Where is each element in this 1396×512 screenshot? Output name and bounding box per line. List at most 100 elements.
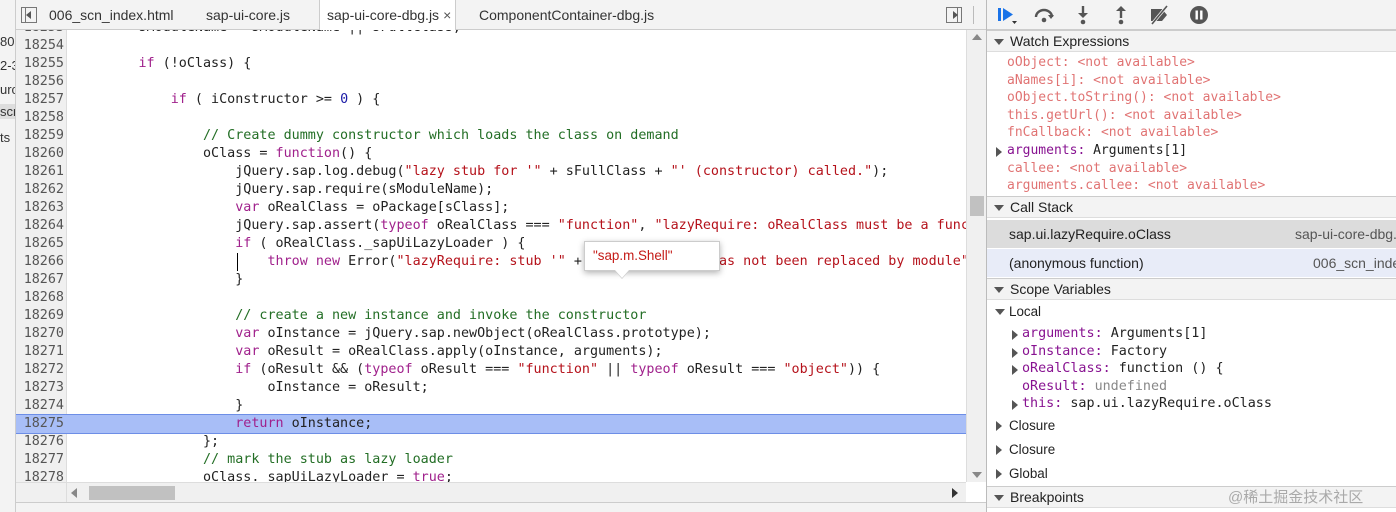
code-line[interactable]: 18253 sModuleName = sModuleName || sFull…: [16, 30, 966, 37]
line-number[interactable]: 18258: [16, 109, 64, 127]
line-number[interactable]: 18271: [16, 343, 64, 361]
scroll-down-icon[interactable]: [972, 472, 982, 478]
navigator-item[interactable]: urc: [0, 82, 15, 97]
code-line[interactable]: 18261 jQuery.sap.log.debug("lazy stub fo…: [16, 163, 966, 181]
code-line[interactable]: 18273 oInstance = oResult;: [16, 379, 966, 397]
expand-triangle-icon[interactable]: [996, 147, 1002, 157]
code-line[interactable]: 18256: [16, 73, 966, 91]
scope-global[interactable]: Global: [1009, 466, 1048, 481]
expand-triangle-icon[interactable]: [995, 309, 1005, 315]
code-line[interactable]: 18266 throw new Error("lazyRequire: stub…: [16, 253, 966, 271]
code-line[interactable]: 18276 };: [16, 433, 966, 451]
call-frame[interactable]: (anonymous function) 006_scn_index.html: [987, 249, 1396, 277]
line-number[interactable]: 18255: [16, 55, 64, 73]
expand-triangle-icon[interactable]: [1012, 330, 1018, 340]
line-number[interactable]: 18276: [16, 433, 64, 451]
line-number[interactable]: 18267: [16, 271, 64, 289]
watch-expression[interactable]: oObject.toString(): <not available>: [1007, 90, 1281, 105]
line-number[interactable]: 18278: [16, 469, 64, 482]
step-into-icon[interactable]: [1072, 4, 1094, 26]
watch-expression[interactable]: arguments: Arguments[1]: [1007, 143, 1187, 158]
line-number[interactable]: 18256: [16, 73, 64, 91]
code-line[interactable]: 18255 if (!oClass) {: [16, 55, 966, 73]
code-line[interactable]: 18265 if ( oRealClass._sapUiLazyLoader )…: [16, 235, 966, 253]
tab-close-icon[interactable]: ×: [443, 7, 451, 23]
watch-expression[interactable]: callee: <not available>: [1007, 161, 1187, 176]
editor-horizontal-scrollbar[interactable]: [67, 482, 966, 502]
watch-expressions-header[interactable]: Watch Expressions: [987, 30, 1396, 52]
line-number[interactable]: 18268: [16, 289, 64, 307]
line-number[interactable]: 18266: [16, 253, 64, 271]
code-line[interactable]: 18272 if (oResult && (typeof oResult ===…: [16, 361, 966, 379]
navigator-item[interactable]: scr: [0, 104, 15, 119]
scroll-thumb[interactable]: [970, 196, 984, 216]
code-line[interactable]: 18269 // create a new instance and invok…: [16, 307, 966, 325]
scope-local-label[interactable]: Local: [1009, 304, 1041, 319]
tab-sap-ui-core-dbg[interactable]: sap-ui-core-dbg.js ×: [319, 0, 457, 31]
execution-line[interactable]: 18275 return oInstance;: [16, 414, 966, 434]
line-number[interactable]: 18270: [16, 325, 64, 343]
line-number[interactable]: 18261: [16, 163, 64, 181]
line-number[interactable]: 18275: [16, 415, 64, 433]
toggle-navigator-icon[interactable]: [21, 7, 37, 23]
expand-triangle-icon[interactable]: [1012, 400, 1018, 410]
expand-triangle-icon[interactable]: [1012, 365, 1018, 375]
line-number[interactable]: 18269: [16, 307, 64, 325]
code-line[interactable]: 18259 // Create dummy constructor which …: [16, 127, 966, 145]
code-line[interactable]: 18260 oClass = function() {: [16, 145, 966, 163]
code-line[interactable]: 18277 // mark the stub as lazy loader: [16, 451, 966, 469]
call-frame[interactable]: sap.ui.lazyRequire.oClass sap-ui-core-db…: [987, 220, 1396, 248]
line-number[interactable]: 18277: [16, 451, 64, 469]
navigator-item[interactable]: 2-3: [0, 58, 15, 73]
scope-closure[interactable]: Closure: [1009, 442, 1055, 457]
scroll-left-icon[interactable]: [71, 488, 77, 498]
line-number[interactable]: 18257: [16, 91, 64, 109]
watch-expression[interactable]: oObject: <not available>: [1007, 55, 1195, 70]
watch-expression[interactable]: fnCallback: <not available>: [1007, 125, 1218, 140]
step-over-icon[interactable]: [1033, 4, 1055, 26]
watch-expression[interactable]: aNames[i]: <not available>: [1007, 73, 1211, 88]
scroll-up-icon[interactable]: [972, 34, 982, 40]
scope-variable[interactable]: this: sap.ui.lazyRequire.oClass: [1022, 396, 1272, 411]
code-line[interactable]: 18257 if ( iConstructor >= 0 ) {: [16, 91, 966, 109]
resume-icon[interactable]: [995, 4, 1017, 26]
scope-variable[interactable]: oRealClass: function () {: [1022, 361, 1224, 376]
code-line[interactable]: 18254: [16, 37, 966, 55]
scroll-right-icon[interactable]: [952, 488, 958, 498]
step-out-icon[interactable]: [1110, 4, 1132, 26]
line-number[interactable]: 18260: [16, 145, 64, 163]
call-stack-header[interactable]: Call Stack: [987, 196, 1396, 218]
scope-closure[interactable]: Closure: [1009, 418, 1055, 433]
line-number[interactable]: 18262: [16, 181, 64, 199]
expand-triangle-icon[interactable]: [1012, 347, 1018, 358]
tab-006-scn-index[interactable]: 006_scn_index.html: [49, 0, 174, 30]
code-line[interactable]: 18274 }: [16, 397, 966, 415]
code-line[interactable]: 18264 jQuery.sap.assert(typeof oRealClas…: [16, 217, 966, 235]
code-line[interactable]: 18263 var oRealClass = oPackage[sClass];: [16, 199, 966, 217]
line-number[interactable]: 18272: [16, 361, 64, 379]
navigator-item[interactable]: ts: [0, 130, 10, 145]
code-line[interactable]: 18258: [16, 109, 966, 127]
line-number[interactable]: 18264: [16, 217, 64, 235]
expand-triangle-icon[interactable]: [996, 421, 1002, 431]
line-number[interactable]: 18273: [16, 379, 64, 397]
code-line[interactable]: 18270 var oInstance = jQuery.sap.newObje…: [16, 325, 966, 343]
editor-vertical-scrollbar[interactable]: [966, 30, 986, 482]
code-line[interactable]: 18268: [16, 289, 966, 307]
watch-expression[interactable]: this.getUrl(): <not available>: [1007, 108, 1242, 123]
line-number[interactable]: 18274: [16, 397, 64, 415]
watch-expression[interactable]: arguments.callee: <not available>: [1007, 178, 1265, 193]
line-number[interactable]: 18265: [16, 235, 64, 253]
tab-sap-ui-core[interactable]: sap-ui-core.js: [206, 0, 290, 30]
code-editor[interactable]: 18253 sModuleName = sModuleName || sFull…: [16, 30, 966, 482]
code-line[interactable]: 18267 }: [16, 271, 966, 289]
line-number[interactable]: 18253: [16, 30, 64, 37]
toggle-debugger-icon[interactable]: [946, 7, 962, 23]
scope-variables-header[interactable]: Scope Variables: [987, 278, 1396, 300]
navigator-item[interactable]: 80: [0, 34, 14, 49]
expand-triangle-icon[interactable]: [996, 445, 1002, 455]
tab-component-container-dbg[interactable]: ComponentContainer-dbg.js: [479, 0, 654, 30]
code-line[interactable]: 18262 jQuery.sap.require(sModuleName);: [16, 181, 966, 199]
pause-on-exceptions-icon[interactable]: [1188, 4, 1210, 26]
code-line[interactable]: 18271 var oResult = oRealClass.apply(oIn…: [16, 343, 966, 361]
